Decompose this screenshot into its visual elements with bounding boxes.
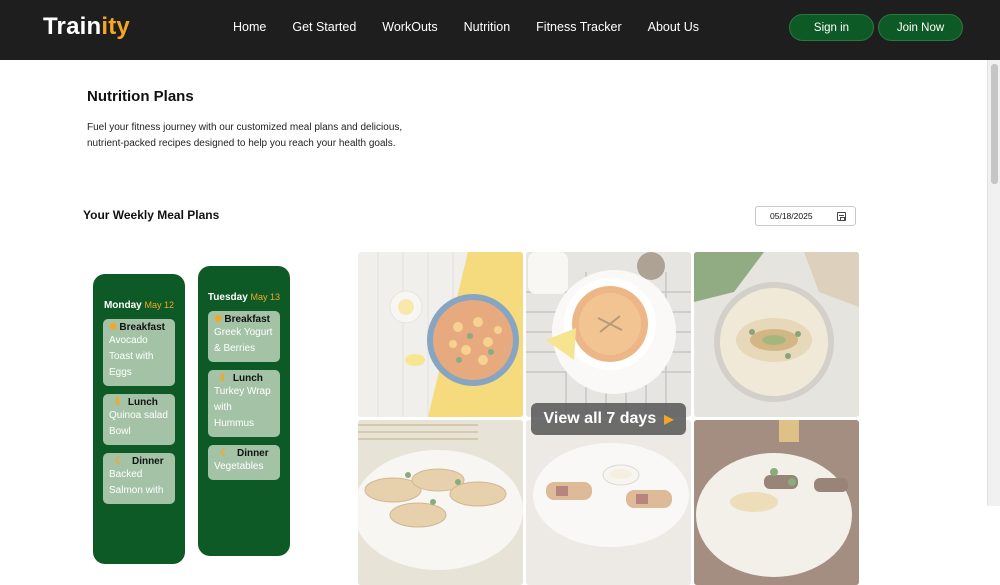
nav-home[interactable]: Home [233,20,266,34]
page-intro: Fuel your fitness journey with our custo… [87,122,403,149]
sun-icon: ✹ [214,314,223,325]
day-heading: Tuesday May 13 [205,292,283,303]
meal-food: Greek Yogurt & Berries [214,327,273,354]
fork-knife-icon: Ⅱ [115,397,120,408]
meal-photo [358,420,523,585]
nav-fitness-tracker[interactable]: Fitness Tracker [536,20,621,34]
meal-type: Lunch [127,397,158,408]
day-date: May 12 [144,300,175,310]
moon-icon: ☾ [115,456,124,467]
meal-food: Avocado Toast with Eggs [109,335,154,378]
nav-get-started[interactable]: Get Started [292,20,356,34]
meal-dinner[interactable]: ☾ Dinner Backed Salmon with [103,453,175,504]
date-picker-input[interactable]: 05/18/2025 [755,206,856,226]
top-navbar: Trainity Home Get Started WorkOuts Nutri… [0,0,1000,60]
meal-food: Backed Salmon with [109,469,164,496]
view-all-label: View all 7 days [543,410,657,427]
meal-type: Dinner [236,448,269,459]
meal-lunch[interactable]: Ⅱ Lunch Turkey Wrap with Hummus [208,370,280,437]
meal-type: Dinner [131,456,164,467]
page-title: Nutrition Plans [87,88,194,105]
day-heading: Monday May 12 [100,300,178,311]
brand-name-accent: ity [101,13,130,40]
meal-breakfast[interactable]: ✹ Breakfast Avocado Toast with Eggs [103,319,175,386]
meal-photo [526,420,691,585]
day-card-tuesday: Tuesday May 13 ✹ Breakfast Greek Yogurt &… [198,266,290,556]
meal-photo [358,252,523,417]
day-date: May 13 [250,292,281,302]
scrollbar-thumb[interactable] [991,64,998,184]
day-card-monday: Monday May 12 ✹ Breakfast Avocado Toast w… [93,274,185,564]
meal-food: Turkey Wrap with Hummus [214,386,271,429]
weekly-plans-title: Your Weekly Meal Plans [83,208,220,222]
meal-lunch[interactable]: Ⅱ Lunch Quinoa salad Bowl [103,394,175,445]
meal-photo [694,252,859,417]
meal-breakfast[interactable]: ✹ Breakfast Greek Yogurt & Berries [208,311,280,362]
nav-nutrition[interactable]: Nutrition [464,20,511,34]
moon-icon: ☾ [220,448,229,459]
calendar-icon[interactable] [837,212,846,221]
sign-in-button[interactable]: Sign in [789,14,874,41]
meal-type: Lunch [232,373,263,384]
brand-logo[interactable]: Trainity [43,13,130,41]
brand-name-main: Train [43,13,102,40]
meal-type: Breakfast [224,314,270,325]
day-name: Monday [103,300,142,311]
fork-knife-icon: Ⅱ [220,373,225,384]
meal-photo [694,420,859,585]
meal-photo-gallery: View all 7 days ▶ [358,252,859,585]
nav-about-us[interactable]: About Us [648,20,699,34]
page-scrollbar[interactable] [987,60,1000,506]
join-now-button[interactable]: Join Now [878,14,963,41]
view-all-days-button[interactable]: View all 7 days ▶ [531,403,686,435]
nav-links: Home Get Started WorkOuts Nutrition Fitn… [220,20,712,34]
meal-type: Breakfast [119,322,165,333]
meal-food: Vegetables [214,461,264,472]
meal-dinner[interactable]: ☾ Dinner Vegetables [208,445,280,480]
date-value: 05/18/2025 [770,211,813,221]
day-name: Tuesday [207,292,248,303]
sun-icon: ✹ [109,322,118,333]
nav-workouts[interactable]: WorkOuts [382,20,437,34]
meal-photo [526,252,691,417]
meal-food: Quinoa salad Bowl [109,410,168,437]
caret-right-icon: ▶ [664,412,674,426]
